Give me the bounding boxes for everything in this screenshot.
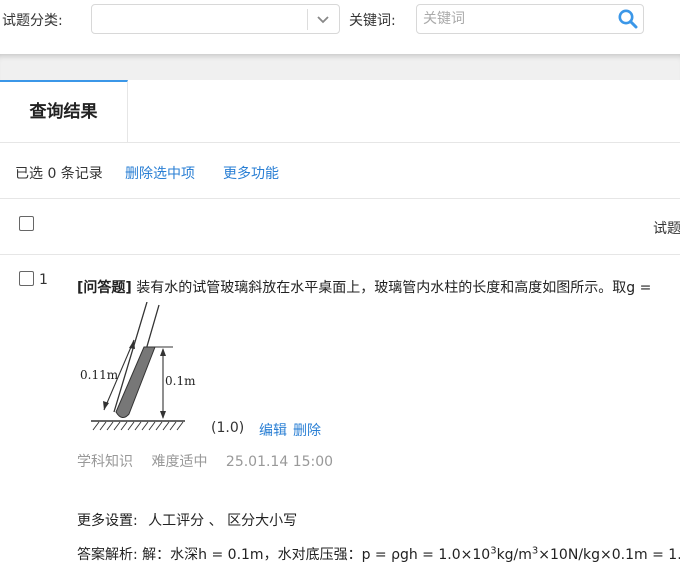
test-tube-figure: 0.11m 0.1m <box>80 302 196 431</box>
category-label: 试题分类: <box>2 13 63 29</box>
question-text: [问答题] 装有水的试管玻璃斜放在水平桌面上，玻璃管内水柱的长度和高度如图所示。… <box>77 277 651 297</box>
category-select[interactable] <box>91 4 340 34</box>
table-header: 试题 <box>0 199 680 255</box>
select-divider <box>307 9 308 30</box>
select-all-checkbox[interactable] <box>19 216 34 231</box>
more-settings-value: 人工评分 、 区分大小写 <box>148 513 298 529</box>
tab-bar: 查询结果 <box>0 80 680 143</box>
search-icon[interactable] <box>617 8 639 30</box>
question-type-tag: [问答题] <box>77 280 132 296</box>
keyword-label: 关键词: <box>349 13 396 29</box>
answer-analysis: 答案解析: 解：水深h = 0.1m，水对底压强：p = ρgh = 1.0×1… <box>77 544 680 564</box>
question-meta: 学科知识 难度适中 25.01.14 15:00 <box>77 451 347 471</box>
keyword-input[interactable] <box>416 4 644 34</box>
analysis-prefix: 答案解析: 解：水深h = 0.1m，水对底压强：p = ρgh = 1.0×1… <box>77 547 491 563</box>
meta-difficulty: 难度适中 <box>151 454 208 470</box>
delete-selected-link[interactable]: 删除选中项 <box>125 163 195 183</box>
analysis-suffix: ×10N/kg×0.1m = 1. <box>538 547 680 563</box>
meta-date: 25.01.14 15:00 <box>225 454 334 470</box>
figure-length-label: 0.11m <box>80 368 119 382</box>
selection-toolbar: 已选 0 条记录 删除选中项 更多功能 <box>0 143 680 199</box>
filter-bar: 试题分类: 关键词: <box>0 0 680 54</box>
question-body: 装有水的试管玻璃斜放在水平桌面上，玻璃管内水柱的长度和高度如图所示。取g = <box>136 280 652 296</box>
tab-query-results[interactable]: 查询结果 <box>0 80 128 142</box>
question-score: (1.0) <box>211 420 245 436</box>
figure-height-label: 0.1m <box>165 374 196 388</box>
row-index: 1 <box>39 272 48 288</box>
selected-count: 已选 0 条记录 <box>15 166 103 182</box>
column-header-question: 试题 <box>653 221 680 237</box>
meta-category: 学科知识 <box>77 454 133 470</box>
delete-link[interactable]: 删除 <box>293 420 321 440</box>
more-settings-label: 更多设置: <box>77 513 138 529</box>
more-settings: 更多设置: 人工评分 、 区分大小写 <box>77 510 297 530</box>
more-functions-link[interactable]: 更多功能 <box>223 163 279 183</box>
analysis-mid: kg/m <box>496 547 532 563</box>
row-checkbox[interactable] <box>19 271 34 286</box>
chevron-down-icon[interactable] <box>315 11 331 27</box>
section-gap <box>0 54 680 80</box>
edit-link[interactable]: 编辑 <box>259 420 287 440</box>
